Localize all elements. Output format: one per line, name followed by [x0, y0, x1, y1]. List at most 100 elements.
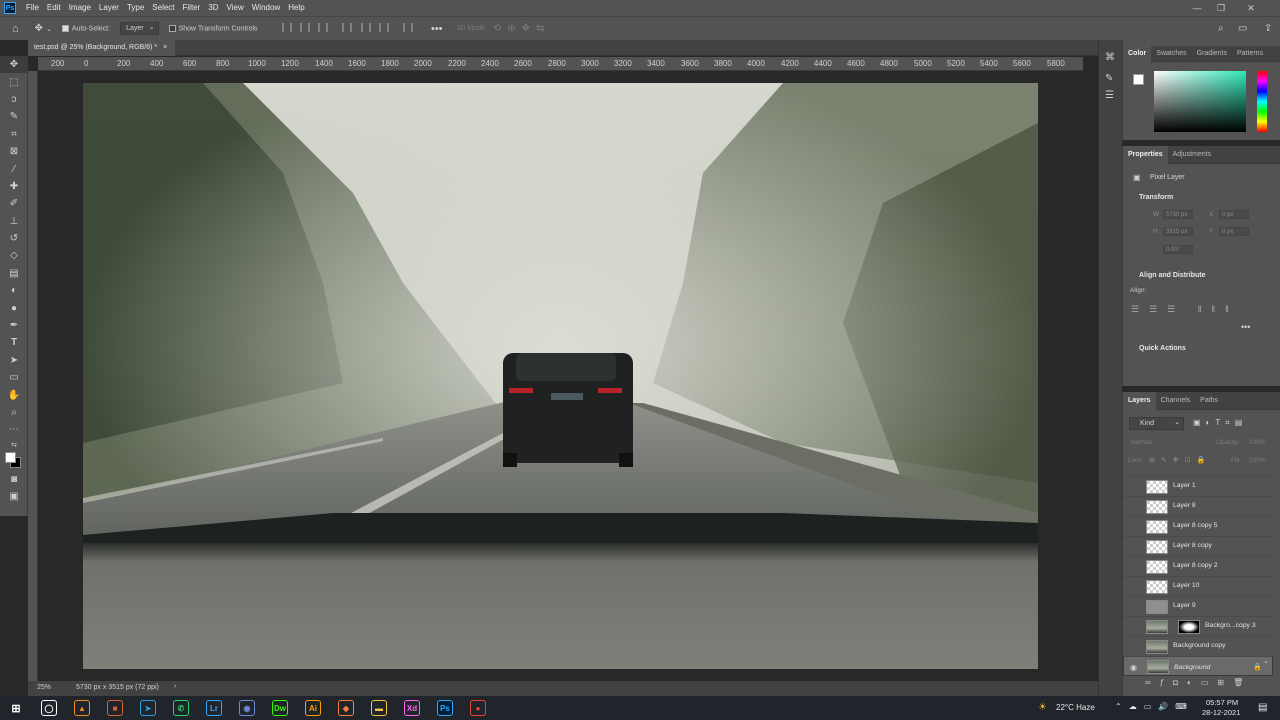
visibility-eye-icon[interactable]: ◉ [1130, 662, 1140, 672]
layer-name[interactable]: Layer 8 [1173, 502, 1196, 509]
menu-help[interactable]: Help [284, 0, 308, 16]
menu-3d[interactable]: 3D [204, 0, 222, 16]
visibility-eye-icon[interactable] [1129, 482, 1139, 491]
align-icons-row[interactable]: ☰☰☰ ‖‖‖ [1131, 304, 1239, 315]
close-tab-icon[interactable]: × [163, 44, 167, 51]
notifications-icon[interactable]: ▤ [1258, 702, 1267, 713]
quick-actions-section-label[interactable]: Quick Actions [1139, 345, 1186, 352]
layer-name[interactable]: Background copy [1173, 642, 1226, 649]
dodge-tool-icon[interactable]: ● [0, 299, 28, 316]
lightroom-icon[interactable]: Lr [206, 700, 222, 716]
menu-image[interactable]: Image [65, 0, 95, 16]
minimize-button[interactable]: — [1186, 0, 1208, 16]
path-selection-tool-icon[interactable]: ➤ [0, 352, 28, 369]
status-expand-icon[interactable]: › [174, 683, 176, 690]
document-tab[interactable]: test.psd @ 25% (Background, RGB/8) * × [28, 40, 176, 56]
visibility-eye-icon[interactable] [1129, 542, 1139, 551]
document-info[interactable]: 5730 px x 3515 px (72 ppi) [76, 684, 159, 691]
auto-select-checkbox[interactable]: Auto-Select: [61, 24, 110, 32]
menu-select[interactable]: Select [148, 0, 178, 16]
eyedropper-tool-icon[interactable]: ⁄ [0, 160, 28, 177]
layer-name[interactable]: Layer 9 [1173, 602, 1196, 609]
close-window-button[interactable]: ✕ [1240, 0, 1262, 16]
transform-section-label[interactable]: Transform [1139, 194, 1173, 201]
move-tool-icon[interactable]: ✥ [0, 56, 28, 74]
align-right-icon[interactable] [318, 23, 329, 32]
layer-name[interactable]: Layer 8 copy 5 [1173, 522, 1218, 529]
visibility-eye-icon[interactable] [1129, 562, 1139, 571]
quick-mask-icon[interactable]: ◙ [0, 471, 28, 488]
layer-row[interactable]: Layer 10 [1123, 576, 1273, 596]
fill-input[interactable]: 100% [1249, 457, 1266, 464]
weather-text[interactable]: 22°C Haze [1056, 703, 1095, 712]
zoom-tool-icon[interactable]: ⌕ [0, 404, 28, 421]
layer-name[interactable]: Layer 10 [1173, 582, 1199, 589]
tab-gradients[interactable]: Gradients [1192, 45, 1232, 63]
foreground-background-colors[interactable] [0, 451, 28, 471]
angle-input[interactable]: 0.00° [1163, 245, 1193, 254]
tab-adjustments[interactable]: Adjustments [1168, 146, 1217, 164]
workspace-icon[interactable]: ▭ [1238, 23, 1247, 34]
lock-icons[interactable]: ⊞✎✥⊡🔒 [1149, 456, 1211, 464]
visibility-eye-icon[interactable] [1129, 602, 1139, 611]
file-explorer-icon[interactable]: ▬ [371, 700, 387, 716]
tab-swatches[interactable]: Swatches [1151, 45, 1191, 63]
lasso-tool-icon[interactable]: ↄ [0, 91, 28, 108]
foreground-color-swatch[interactable] [5, 451, 16, 463]
layer-footer-buttons[interactable]: ∞ƒ◘◐▭⊞🗑 [1145, 678, 1252, 687]
show-transform-controls-checkbox[interactable]: Show Transform Controls [168, 24, 258, 32]
width-input[interactable]: 5730 px [1163, 210, 1193, 219]
search-icon[interactable]: ⌕ [1218, 23, 1224, 34]
height-input[interactable]: 3515 px [1163, 227, 1193, 236]
x-input[interactable]: 0 px [1219, 210, 1249, 219]
menu-file[interactable]: File [22, 0, 43, 16]
y-input[interactable]: 0 px [1219, 227, 1249, 236]
history-panel-icon[interactable]: ⌘ [1105, 52, 1122, 63]
auto-select-target-dropdown[interactable]: Layer [120, 22, 159, 35]
clock-time[interactable]: 05:57 PM [1206, 698, 1238, 707]
share-icon[interactable]: ⇪ [1264, 23, 1272, 34]
layer-row[interactable]: ◉ Background 🔒 [1123, 656, 1273, 676]
adjustments-panel-icon[interactable]: ☰ [1105, 90, 1122, 101]
blur-tool-icon[interactable]: ◐ [0, 282, 28, 299]
illustrator-icon[interactable]: Ai [305, 700, 321, 716]
layer-row[interactable]: Background copy [1123, 636, 1273, 656]
document-canvas-image[interactable] [83, 83, 1038, 669]
gradient-tool-icon[interactable]: ▤ [0, 265, 28, 282]
menu-window[interactable]: Window [248, 0, 284, 16]
weather-icon[interactable]: ☀ [1038, 702, 1047, 713]
eraser-tool-icon[interactable]: ◇ [0, 247, 28, 264]
menu-filter[interactable]: Filter [179, 0, 205, 16]
app-red-icon[interactable]: ■ [107, 700, 123, 716]
crop-tool-icon[interactable]: ⌗ [0, 126, 28, 143]
frame-tool-icon[interactable]: ⊠ [0, 143, 28, 160]
tab-properties[interactable]: Properties [1123, 145, 1168, 164]
tab-patterns[interactable]: Patterns [1232, 45, 1268, 63]
windows-start-icon[interactable]: ⊞ [8, 700, 24, 716]
layer-name[interactable]: Layer 1 [1173, 482, 1196, 489]
pen-tool-icon[interactable]: ✒ [0, 317, 28, 334]
marquee-tool-icon[interactable]: ⬚ [0, 73, 28, 90]
edit-toolbar-icon[interactable]: ⋯ [0, 421, 28, 438]
align-distribute-section-label[interactable]: Align and Distribute [1139, 272, 1206, 279]
clock-date[interactable]: 28-12-2021 [1202, 708, 1240, 717]
align-top-icon[interactable] [342, 23, 353, 32]
type-tool-icon[interactable]: T [0, 334, 28, 351]
photoshop-icon[interactable]: Ps [437, 700, 453, 716]
vlc-icon[interactable]: ▲ [74, 700, 90, 716]
quick-selection-tool-icon[interactable]: ✎ [0, 108, 28, 125]
clone-stamp-tool-icon[interactable]: ⊥ [0, 213, 28, 230]
align-left-icon[interactable] [281, 23, 292, 32]
brush-tool-icon[interactable]: ✐ [0, 195, 28, 212]
layer-filter-kind[interactable]: Kind [1129, 417, 1184, 430]
more-align-options-icon[interactable]: ••• [1241, 322, 1250, 332]
tab-paths[interactable]: Paths [1195, 392, 1223, 410]
chrome-icon[interactable]: ● [470, 700, 486, 716]
cortana-icon[interactable]: ◯ [41, 700, 57, 716]
layer-filter-icons[interactable]: ▣◐T⌗▤ [1193, 418, 1247, 428]
foreground-color-swatch[interactable] [1133, 74, 1144, 85]
blend-mode-dropdown[interactable]: Normal [1131, 439, 1152, 446]
layer-mask-thumbnail[interactable] [1178, 620, 1200, 634]
layer-lock-icon[interactable]: 🔒 [1253, 662, 1262, 674]
hue-slider[interactable] [1257, 71, 1267, 132]
